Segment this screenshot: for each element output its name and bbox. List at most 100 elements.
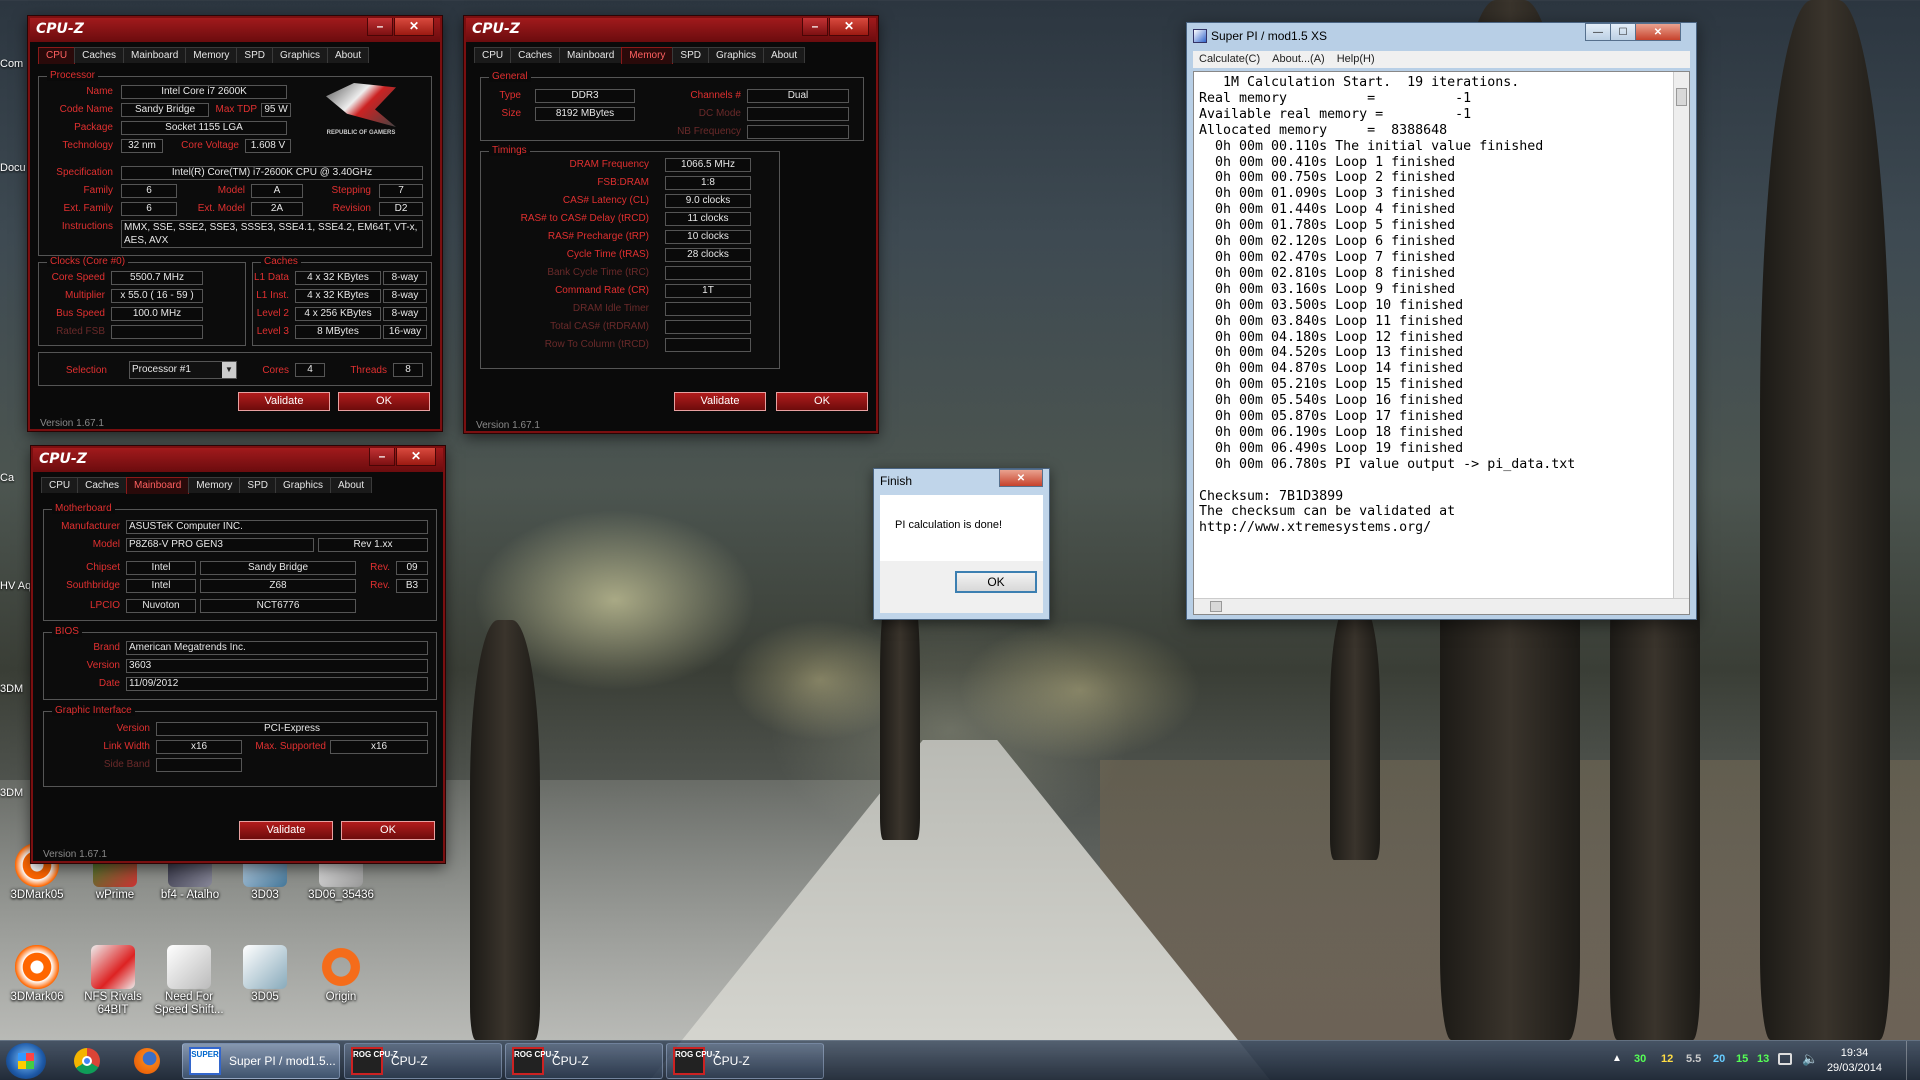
taskbar-item-cpuz-2[interactable]: ROG CPU-Z CPU-Z <box>505 1043 663 1079</box>
processor-select[interactable]: Processor #1 ▼ <box>129 361 237 379</box>
timing-value: 10 clocks <box>665 230 751 244</box>
tray-value-4[interactable]: 20 <box>1713 1053 1725 1065</box>
tab-cpu[interactable]: CPU <box>38 47 76 64</box>
minimize-button[interactable]: – <box>369 448 395 466</box>
desktop-icon-nfs-rivals[interactable]: NFS Rivals 64BIT <box>78 945 148 1017</box>
clocks-panel: Clocks (Core #0) Core Speed 5500.7 MHz M… <box>38 256 246 346</box>
close-button[interactable]: ✕ <box>829 18 869 36</box>
desktop-icon-3dmark06[interactable]: 3DMark06 <box>2 945 72 1004</box>
horizontal-scrollbar[interactable] <box>1194 598 1689 614</box>
linkwidth-value: x16 <box>156 740 242 754</box>
start-button[interactable] <box>6 1043 46 1079</box>
desktop-icon-3d05[interactable]: 3D05 <box>230 945 300 1004</box>
maximize-button[interactable]: ☐ <box>1610 23 1636 41</box>
threads-value: 8 <box>393 363 423 377</box>
tray-temp-1[interactable]: 30 <box>1634 1053 1646 1065</box>
close-button[interactable]: ✕ <box>1635 23 1681 41</box>
close-button[interactable]: ✕ <box>999 469 1043 487</box>
firefox-taskbar-icon[interactable] <box>124 1045 170 1077</box>
validate-button[interactable]: Validate <box>238 392 330 411</box>
minimize-button[interactable]: – <box>802 18 828 36</box>
chrome-taskbar-icon[interactable] <box>64 1045 110 1077</box>
hscroll-thumb[interactable] <box>1210 601 1222 612</box>
vertical-scrollbar[interactable] <box>1673 72 1689 598</box>
taskbar-item-superpi[interactable]: SUPER Super PI / mod1.5... <box>182 1043 340 1079</box>
tab-spd[interactable]: SPD <box>236 47 273 63</box>
general-panel: General Type DDR3 Size 8192 MBytes Chann… <box>480 71 864 141</box>
tray-value-6[interactable]: 13 <box>1757 1053 1769 1065</box>
cpuz-logo: CPU-Z <box>36 21 84 37</box>
nbfreq-label: NB Frequency <box>677 126 741 137</box>
ok-button[interactable]: OK <box>776 392 868 411</box>
tab-about[interactable]: About <box>330 477 373 493</box>
show-hidden-icons-arrow[interactable]: ▲ <box>1612 1053 1622 1064</box>
minimize-button[interactable]: – <box>367 18 393 36</box>
ok-button[interactable]: OK <box>341 821 435 840</box>
tab-caches[interactable]: Caches <box>510 47 561 63</box>
tray-value-3[interactable]: 5.5 <box>1686 1053 1701 1065</box>
tab-graphics[interactable]: Graphics <box>274 477 331 493</box>
show-desktop-button[interactable] <box>1906 1041 1920 1080</box>
rog-eye-icon <box>326 83 396 127</box>
type-value: DDR3 <box>535 89 635 103</box>
cpuz-window-memory[interactable]: CPU-Z – ✕ CPU Caches Mainboard Memory SP… <box>464 16 878 433</box>
desktop-edge-label[interactable]: 3DM <box>0 787 30 799</box>
validate-button[interactable]: Validate <box>239 821 333 840</box>
close-button[interactable]: ✕ <box>394 18 434 36</box>
tray-value-5[interactable]: 15 <box>1736 1053 1748 1065</box>
ok-button[interactable]: OK <box>338 392 430 411</box>
scroll-thumb[interactable] <box>1676 88 1687 106</box>
desktop-edge-label[interactable]: Com <box>0 58 30 70</box>
tab-cpu[interactable]: CPU <box>41 477 79 493</box>
tab-spd[interactable]: SPD <box>239 477 276 493</box>
tab-memory[interactable]: Memory <box>188 477 241 493</box>
minimize-button[interactable]: — <box>1585 23 1611 41</box>
title-bar[interactable]: CPU-Z – ✕ <box>466 18 876 42</box>
clock[interactable]: 19:34 29/03/2014 <box>1827 1046 1882 1076</box>
tab-mainboard[interactable]: Mainboard <box>126 477 190 494</box>
taskbar-item-cpuz-1[interactable]: ROG CPU-Z CPU-Z <box>344 1043 502 1079</box>
cpuz-window-mainboard[interactable]: CPU-Z – ✕ CPU Caches Mainboard Memory SP… <box>31 446 445 863</box>
finish-dialog[interactable]: Finish ✕ PI calculation is done! OK <box>873 468 1050 620</box>
cpuz-window-cpu[interactable]: CPU-Z – ✕ CPU Caches Mainboard Memory SP… <box>28 16 442 431</box>
tab-about[interactable]: About <box>327 47 370 63</box>
tab-caches[interactable]: Caches <box>74 47 125 63</box>
tab-graphics[interactable]: Graphics <box>271 47 328 63</box>
lpcio-value: NCT6776 <box>200 599 356 613</box>
taskbar-item-cpuz-3[interactable]: ROG CPU-Z CPU-Z <box>666 1043 824 1079</box>
desktop-edge-label[interactable]: 3DM <box>0 683 30 695</box>
title-bar[interactable]: CPU-Z – ✕ <box>30 18 440 42</box>
desktop-edge-label[interactable]: Docu <box>0 162 30 174</box>
tab-caches[interactable]: Caches <box>77 477 128 493</box>
tab-graphics[interactable]: Graphics <box>707 47 764 63</box>
desktop-icon-origin[interactable]: Origin <box>306 945 376 1004</box>
menu-about[interactable]: About...(A) <box>1272 51 1325 68</box>
timing-value <box>665 302 751 316</box>
title-bar[interactable]: Super PI / mod1.5 XS — ☐ ✕ <box>1187 23 1696 49</box>
tab-mainboard[interactable]: Mainboard <box>123 47 187 63</box>
output-textarea[interactable]: 1M Calculation Start. 19 iterations. Rea… <box>1193 71 1690 615</box>
desktop-edge-label[interactable]: HV Aqu <box>0 580 30 592</box>
network-icon[interactable] <box>1778 1053 1792 1065</box>
desktop-icon-nfs-shift[interactable]: Need For Speed Shift... <box>154 945 224 1017</box>
timing-label: Row To Column (tRCD) <box>544 339 649 350</box>
tab-cpu[interactable]: CPU <box>474 47 512 63</box>
desktop-edge-label[interactable]: Ca <box>0 472 30 484</box>
tray-temp-2[interactable]: 12 <box>1661 1053 1673 1065</box>
volume-icon[interactable]: 🔈 <box>1802 1051 1818 1067</box>
dialog-message: PI calculation is done! <box>895 519 1003 531</box>
superpi-icon: SUPER <box>189 1047 221 1075</box>
timing-value: 1066.5 MHz <box>665 158 751 172</box>
close-button[interactable]: ✕ <box>396 448 436 466</box>
menu-help[interactable]: Help(H) <box>1337 51 1375 68</box>
tab-about[interactable]: About <box>763 47 806 63</box>
tab-mainboard[interactable]: Mainboard <box>559 47 623 63</box>
tab-memory[interactable]: Memory <box>185 47 238 63</box>
menu-calculate[interactable]: Calculate(C) <box>1199 51 1260 68</box>
superpi-window[interactable]: Super PI / mod1.5 XS — ☐ ✕ Calculate(C) … <box>1186 22 1697 620</box>
title-bar[interactable]: CPU-Z – ✕ <box>33 448 443 472</box>
dialog-ok-button[interactable]: OK <box>955 571 1037 593</box>
tab-memory[interactable]: Memory <box>621 47 674 64</box>
validate-button[interactable]: Validate <box>674 392 766 411</box>
tab-spd[interactable]: SPD <box>672 47 709 63</box>
